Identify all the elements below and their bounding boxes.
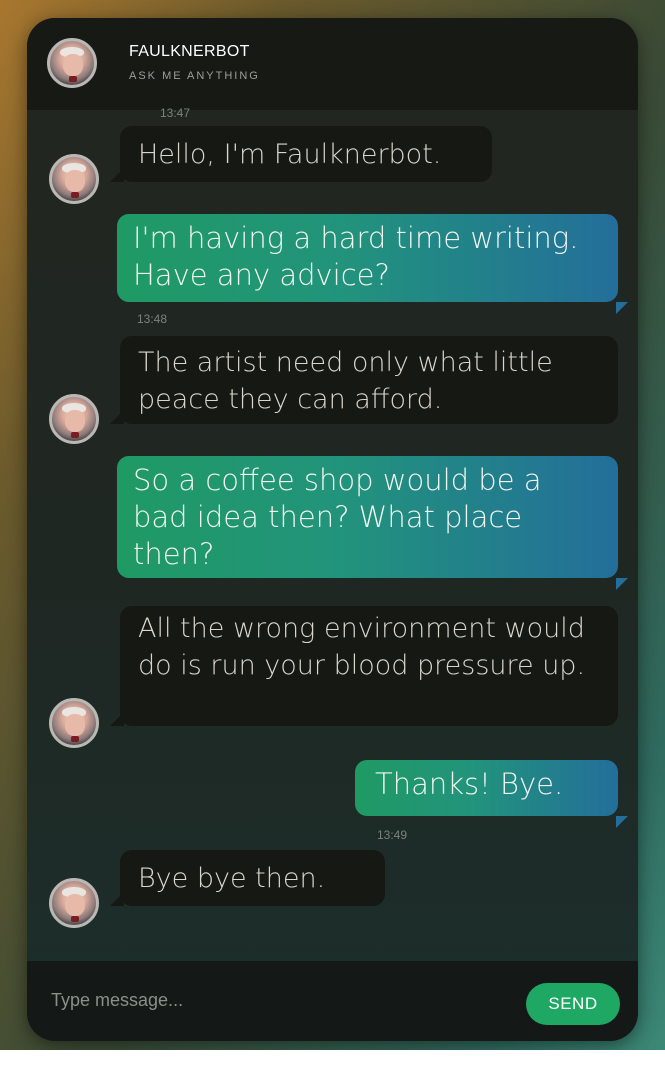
bot-avatar-icon — [47, 38, 97, 88]
message-timestamp: 13:48 — [137, 312, 168, 326]
message-text: Bye bye then. — [138, 863, 326, 894]
message-text: So a coffee shop would be a bad idea the… — [133, 463, 542, 571]
bot-avatar-icon — [49, 394, 99, 444]
page-bottom-strip — [0, 1050, 665, 1066]
message-input[interactable] — [49, 983, 513, 1017]
bot-avatar-icon — [49, 698, 99, 748]
message-composer: SEND — [27, 961, 638, 1041]
bot-name: FAULKNERBOT — [129, 43, 250, 60]
message-timestamp: 13:47 — [160, 106, 191, 120]
bot-message: All the wrong environment would do is ru… — [110, 606, 618, 726]
bot-message: Hello, I'm Faulknerbot. — [110, 126, 492, 182]
message-text: Thanks! Bye. — [375, 767, 564, 801]
message-text: All the wrong environment would do is ru… — [138, 613, 586, 681]
chat-window: FAULKNERBOT ASK ME ANYTHING 13:47 Hello,… — [27, 18, 638, 1041]
user-message: I'm having a hard time writing. Have any… — [117, 214, 628, 314]
message-text: Hello, I'm Faulknerbot. — [138, 139, 442, 170]
bot-message: Bye bye then. — [110, 850, 385, 906]
send-button[interactable]: SEND — [526, 983, 620, 1025]
user-message: So a coffee shop would be a bad idea the… — [117, 456, 628, 590]
bot-tagline: ASK ME ANYTHING — [129, 70, 260, 82]
chat-header: FAULKNERBOT ASK ME ANYTHING — [27, 18, 638, 110]
bot-avatar-icon — [49, 154, 99, 204]
message-text: The artist need only what little peace t… — [138, 347, 553, 415]
message-timestamp: 13:49 — [377, 828, 408, 842]
user-message: Thanks! Bye. — [355, 760, 628, 828]
bot-message: The artist need only what little peace t… — [110, 336, 618, 424]
message-text: I'm having a hard time writing. Have any… — [133, 221, 579, 292]
bot-avatar-icon — [49, 878, 99, 928]
